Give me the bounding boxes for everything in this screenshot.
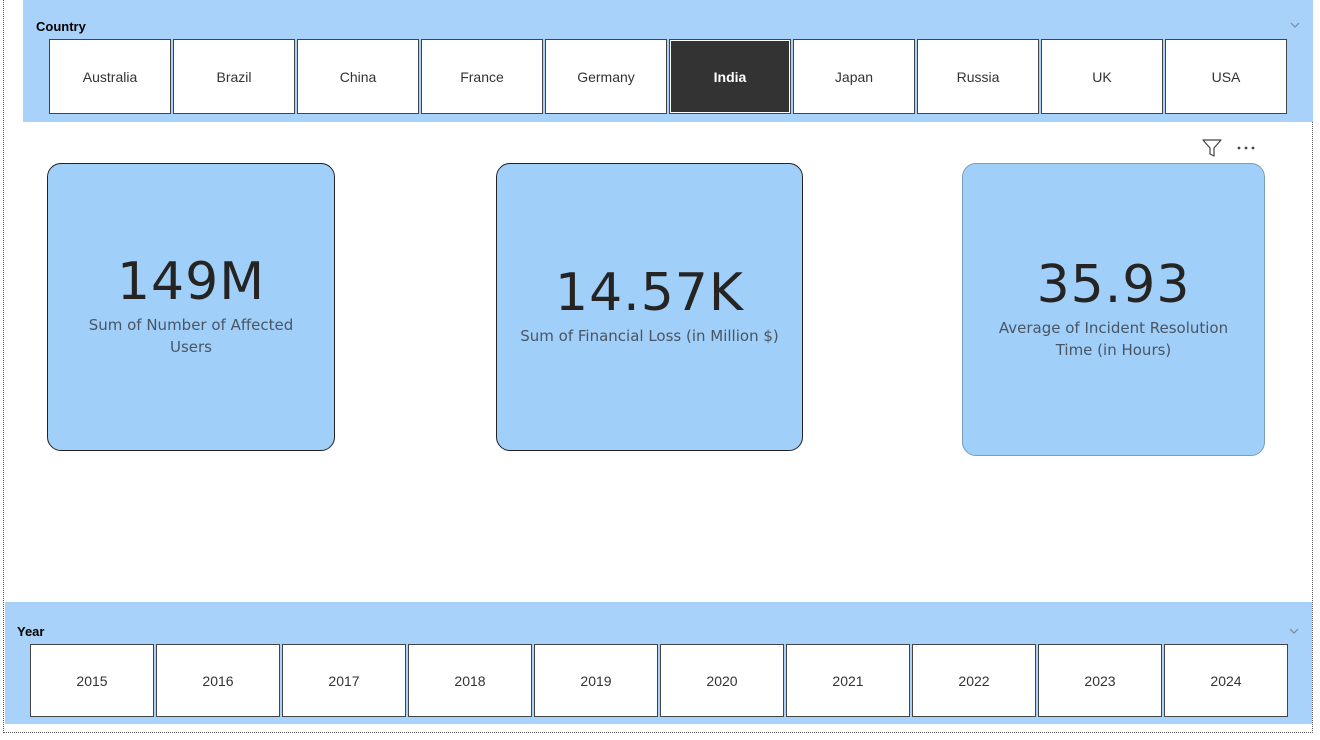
country-tile-china[interactable]: China bbox=[297, 39, 419, 114]
year-tile-2021[interactable]: 2021 bbox=[786, 644, 910, 717]
country-slicer-title: Country bbox=[36, 19, 86, 34]
year-tile-2022[interactable]: 2022 bbox=[912, 644, 1036, 717]
country-tile-france[interactable]: France bbox=[421, 39, 543, 114]
country-slicer: Country Australia Brazil China France Ge… bbox=[23, 0, 1313, 122]
country-tile-australia[interactable]: Australia bbox=[49, 39, 171, 114]
year-tile-2023[interactable]: 2023 bbox=[1038, 644, 1162, 717]
country-tile-usa[interactable]: USA bbox=[1165, 39, 1287, 114]
kpi-label: Average of Incident Resolution Time (in … bbox=[998, 318, 1229, 359]
more-options-icon[interactable] bbox=[1234, 137, 1258, 159]
year-tile-2015[interactable]: 2015 bbox=[30, 644, 154, 717]
chevron-down-icon[interactable] bbox=[1288, 625, 1300, 637]
kpi-card-affected-users[interactable]: 149M Sum of Number of Affected Users bbox=[47, 163, 335, 451]
country-tile-brazil[interactable]: Brazil bbox=[173, 39, 295, 114]
kpi-card-resolution-time[interactable]: 35.93 Average of Incident Resolution Tim… bbox=[962, 163, 1265, 456]
year-tile-2016[interactable]: 2016 bbox=[156, 644, 280, 717]
country-tiles: Australia Brazil China France Germany In… bbox=[49, 39, 1287, 114]
country-tile-india[interactable]: India bbox=[669, 39, 791, 114]
year-tile-2019[interactable]: 2019 bbox=[534, 644, 658, 717]
country-tile-germany[interactable]: Germany bbox=[545, 39, 667, 114]
year-slicer: Year 2015 2016 2017 2018 2019 2020 2021 … bbox=[5, 602, 1312, 724]
country-tile-uk[interactable]: UK bbox=[1041, 39, 1163, 114]
kpi-card-financial-loss[interactable]: 14.57K Sum of Financial Loss (in Million… bbox=[496, 163, 803, 451]
kpi-value: 149M bbox=[116, 252, 266, 312]
year-tiles: 2015 2016 2017 2018 2019 2020 2021 2022 … bbox=[30, 644, 1288, 717]
visual-header bbox=[1200, 137, 1258, 159]
country-tile-russia[interactable]: Russia bbox=[917, 39, 1039, 114]
kpi-value: 14.57K bbox=[555, 263, 744, 323]
year-tile-2018[interactable]: 2018 bbox=[408, 644, 532, 717]
year-slicer-title: Year bbox=[17, 624, 45, 639]
filter-icon[interactable] bbox=[1200, 137, 1224, 159]
kpi-value: 35.93 bbox=[1036, 254, 1191, 315]
year-tile-2017[interactable]: 2017 bbox=[282, 644, 406, 717]
year-tile-2024[interactable]: 2024 bbox=[1164, 644, 1288, 717]
country-tile-japan[interactable]: Japan bbox=[793, 39, 915, 114]
chevron-down-icon[interactable] bbox=[1289, 19, 1301, 31]
kpi-label: Sum of Number of Affected Users bbox=[88, 316, 294, 356]
year-tile-2020[interactable]: 2020 bbox=[660, 644, 784, 717]
kpi-label: Sum of Financial Loss (in Million $) bbox=[520, 327, 779, 345]
